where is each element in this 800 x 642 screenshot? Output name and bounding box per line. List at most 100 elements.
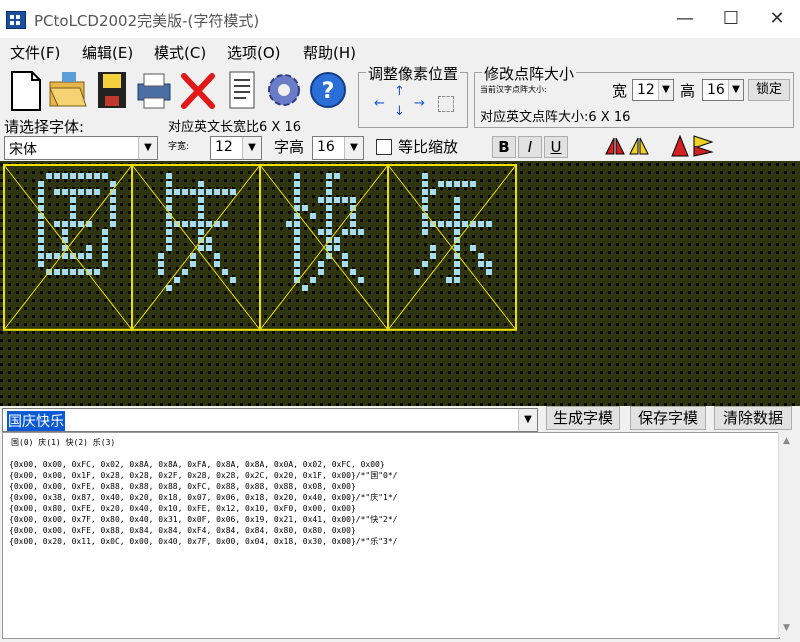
output-textarea[interactable]: 国(0) 庆(1) 快(2) 乐(3) {0x00, 0x00, 0xFC, 0… [2,432,780,639]
output-line: {0x00, 0x00, 0xFE, 0x88, 0x84, 0x84, 0xF… [9,526,356,535]
scroll-up-icon[interactable]: ▲ [783,436,790,446]
glyph-pixel [190,221,196,227]
glyph-pixel [430,253,436,259]
glyph-pixel [294,269,300,275]
shift-up-arrow[interactable]: ↑ [394,84,405,99]
output-scrollbar[interactable]: ▲ ▼ [778,432,797,637]
shift-right-arrow[interactable]: → [414,96,425,111]
glyph-pixel [214,253,220,259]
char-height-value: 16 [317,139,335,155]
glyph-pixel [62,269,68,275]
dot-height-select[interactable]: 16 ▼ [702,79,744,101]
glyph-pixel [110,221,116,227]
clear-data-button[interactable]: 清除数据 [714,406,792,430]
glyph-pixel [70,269,76,275]
char-height-label: 字高 [274,138,305,156]
glyph-pixel [110,197,116,203]
glyph-pixel [350,269,356,275]
save-icon[interactable] [92,68,132,112]
glyph-pixel [294,237,300,243]
menu-file[interactable]: 文件(F) [10,42,60,63]
italic-button[interactable]: I [518,136,542,158]
underline-button[interactable]: U [544,136,568,158]
glyph-pixel [454,261,460,267]
chevron-down-icon: ▼ [658,80,673,100]
dot-size-label: 修改点阵大小 [482,63,577,84]
glyph-pixel [310,277,316,283]
glyph-pixel [62,189,68,195]
close-button[interactable]: ✕ [754,0,800,38]
glyph-pixel [86,253,92,259]
scroll-down-icon[interactable]: ▼ [783,623,790,633]
glyph-pixel [486,221,492,227]
generate-font-button[interactable]: 生成字模 [546,406,620,430]
glyph-pixel [166,229,172,235]
glyph-pixel [38,253,44,259]
lock-button[interactable]: 锁定 [748,79,790,101]
minimize-button[interactable]: — [662,0,708,38]
delete-icon[interactable] [178,68,218,112]
open-folder-icon[interactable] [48,68,88,112]
glyph-pixel [198,181,204,187]
flip-vertical-icon[interactable] [668,134,716,158]
glyph-pixel [294,181,300,187]
glyph-pixel [206,237,212,243]
output-line: {0x00, 0x38, 0x87, 0x40, 0x20, 0x18, 0x0… [9,493,398,502]
glyph-pixel [198,189,204,195]
maximize-button[interactable]: ☐ [708,0,754,38]
menu-edit[interactable]: 编辑(E) [82,42,133,63]
shift-down-arrow[interactable]: ↓ [394,104,405,119]
glyph-pixel [430,245,436,251]
glyph-pixel [38,245,44,251]
glyph-pixel [326,245,332,251]
glyph-pixel [54,221,60,227]
glyph-pixel [62,173,68,179]
new-file-icon[interactable] [6,68,46,112]
en-dot-size-label: 对应英文点阵大小:6 X 16 [480,110,631,125]
chevron-down-icon: ▼ [728,80,743,100]
menu-mode[interactable]: 模式(C) [154,42,206,63]
glyph-pixel [38,189,44,195]
glyph-pixel [358,277,364,283]
menu-help[interactable]: 帮助(H) [303,42,356,63]
output-line: {0x00, 0x00, 0x7F, 0x80, 0x40, 0x31, 0x0… [9,515,398,524]
glyph-pixel [286,221,292,227]
glyph-pixel [102,245,108,251]
glyph-pixel [62,221,68,227]
font-select[interactable]: 宋体 ▼ [4,136,158,160]
glyph-pixel [294,197,300,203]
glyph-pixel [478,221,484,227]
save-font-button[interactable]: 保存字模 [630,406,706,430]
shift-left-arrow[interactable]: ← [374,96,385,111]
glyph-preview[interactable] [0,161,528,406]
glyph-pixel [174,277,180,283]
dot-width-select[interactable]: 12 ▼ [632,79,674,101]
glyph-pixel [70,221,76,227]
glyph-pixel [158,261,164,267]
glyph-pixel [166,285,172,291]
char-width-select[interactable]: 12 ▼ [210,136,262,160]
menu-options[interactable]: 选项(O) [227,42,281,63]
glyph-pixel [454,205,460,211]
dot-width-label: 宽 [612,82,628,100]
glyph-pixel [38,181,44,187]
text-input[interactable]: 国庆快乐 ▼ [2,408,538,432]
glyph-pixel [102,237,108,243]
glyph-pixel [102,261,108,267]
en-ratio-label: 对应英文长宽比6 X 16 [168,120,301,135]
help-icon[interactable]: ? [308,68,348,112]
settings-gear-icon[interactable] [264,68,304,112]
char-height-select[interactable]: 16 ▼ [312,136,364,160]
bold-button[interactable]: B [492,136,516,158]
glyph-pixel [206,221,212,227]
glyph-pixel [78,253,84,259]
glyph-pixel [446,221,452,227]
glyph-pixel [342,229,348,235]
notes-icon[interactable] [222,68,262,112]
glyph-pixel [182,189,188,195]
print-icon[interactable] [134,68,174,112]
glyph-pixel [350,197,356,203]
flip-horizontal-icon[interactable] [604,134,652,158]
proportional-checkbox[interactable] [376,139,392,155]
glyph-pixel [334,173,340,179]
